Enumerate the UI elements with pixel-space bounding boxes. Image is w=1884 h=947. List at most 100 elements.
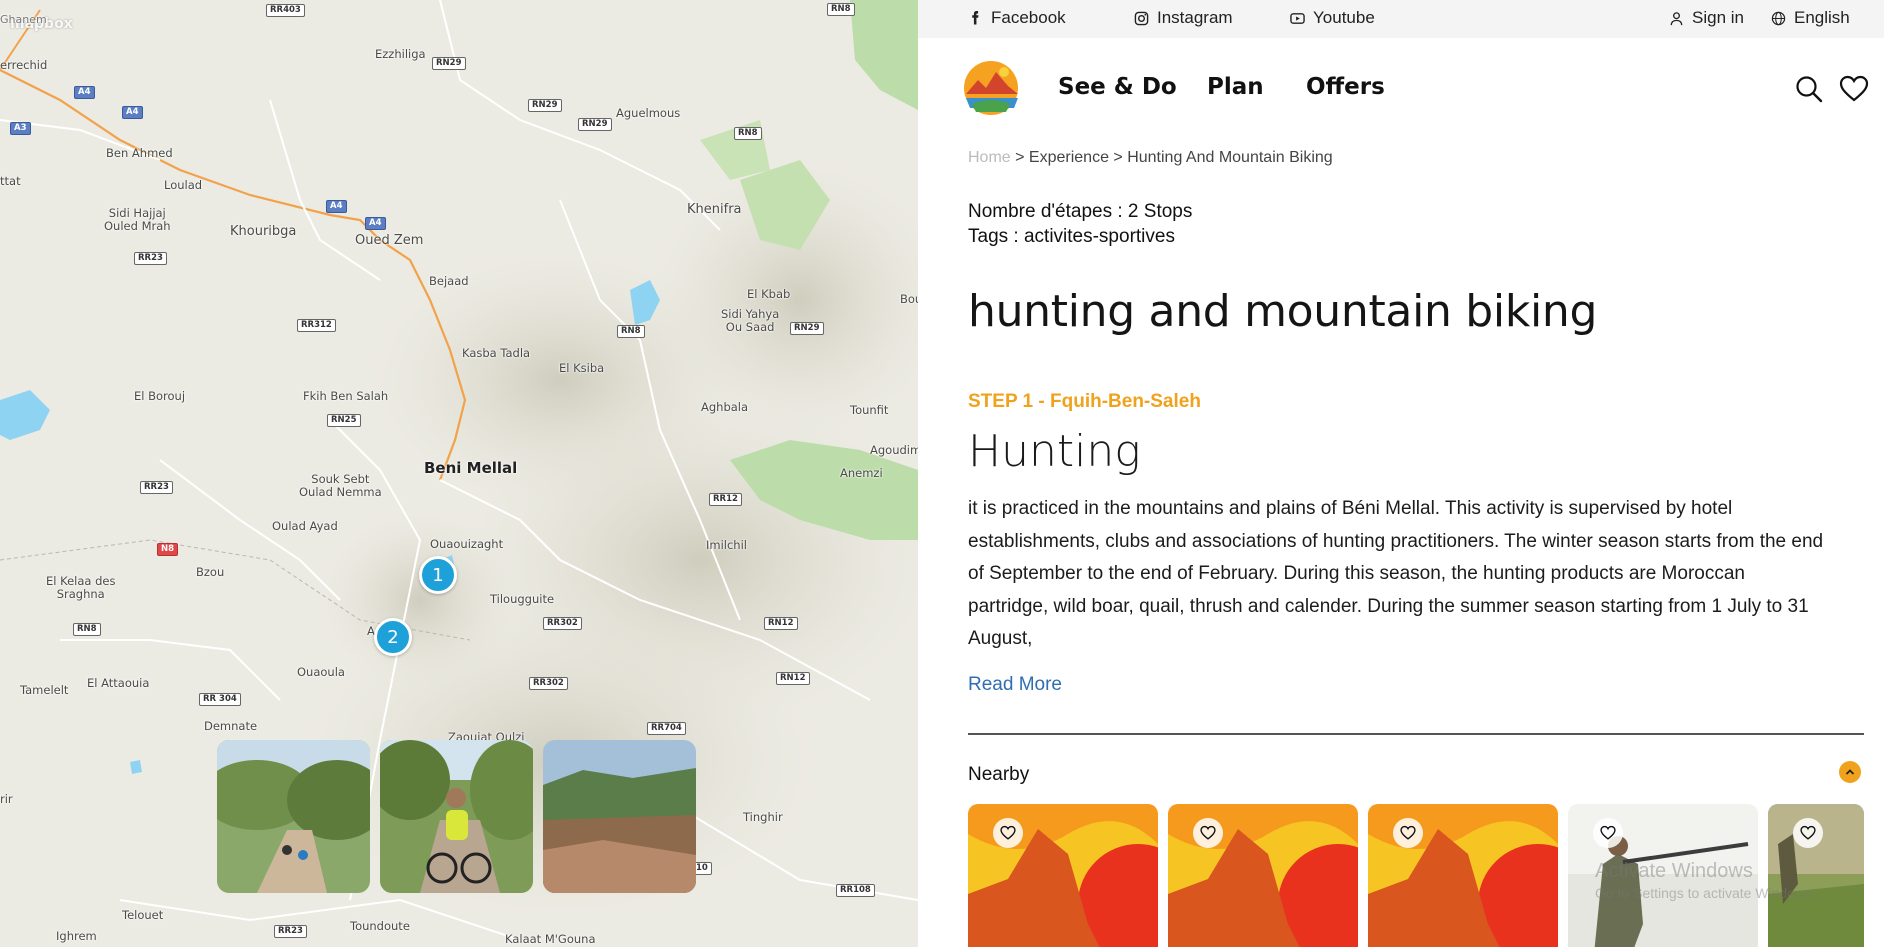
favorite-button[interactable] <box>1393 818 1423 848</box>
map-label: errechid <box>0 58 48 72</box>
step-heading: Hunting <box>968 426 1141 477</box>
map[interactable]: mapbox Ezzhiliga Aguelmous Ben Ahmed Lou… <box>0 0 918 947</box>
road-shield: RR23 <box>274 925 307 938</box>
breadcrumb-separator: > <box>1108 149 1128 166</box>
globe-icon <box>1771 11 1786 25</box>
photo-thumbnail[interactable] <box>543 740 696 893</box>
collapse-button[interactable] <box>1839 761 1861 783</box>
favorite-button[interactable] <box>1793 818 1823 848</box>
top-bar: Facebook Instagram Youtube Sign in Engli… <box>918 0 1884 38</box>
road-shield: RR302 <box>529 677 568 690</box>
map-label: Kasba Tadla <box>462 346 531 360</box>
road-shield: RN29 <box>432 57 466 70</box>
map-label: Aguelmous <box>616 106 681 120</box>
favorite-button[interactable] <box>1593 818 1623 848</box>
map-label: El Kbab <box>747 287 791 301</box>
nav-offers[interactable]: Offers <box>1306 74 1385 100</box>
breadcrumb-separator: > <box>1010 149 1029 166</box>
breadcrumb: Home > Experience > Hunting And Mountain… <box>968 149 1333 167</box>
nav-plan[interactable]: Plan <box>1207 74 1264 100</box>
page-title: hunting and mountain biking <box>968 286 1598 337</box>
map-label: Souk Sebt Oulad Nemma <box>299 472 382 500</box>
map-label: Sidi Yahya Ou Saad <box>721 307 780 335</box>
heart-icon[interactable] <box>1839 74 1869 104</box>
road-shield: RN8 <box>617 325 645 338</box>
breadcrumb-home[interactable]: Home <box>968 149 1011 166</box>
road-shield: RR23 <box>140 481 173 494</box>
instagram-link[interactable]: Instagram <box>1134 8 1233 28</box>
language-selector[interactable]: English <box>1771 8 1850 28</box>
nearby-card[interactable] <box>1768 804 1864 947</box>
map-label: El Kelaa des Sraghna <box>46 574 116 602</box>
map-label: Telouet <box>122 908 164 922</box>
road-shield: N8 <box>157 543 179 556</box>
map-label: Toundoute <box>350 919 410 933</box>
road-shield: RN8 <box>734 127 762 140</box>
map-label: rir <box>0 792 13 806</box>
step-description: it is practiced in the mountains and pla… <box>968 498 1824 649</box>
map-label: Oulad Ayad <box>272 519 338 533</box>
divider <box>968 733 1864 735</box>
map-label: Kalaat M'Gouna <box>505 932 596 946</box>
facebook-icon <box>972 10 979 24</box>
map-label: Aghbala <box>701 400 749 414</box>
nearby-card[interactable] <box>968 804 1158 947</box>
road-shield: A4 <box>326 200 347 213</box>
heart-icon <box>1000 825 1016 840</box>
map-label-city: Beni Mellal <box>424 459 518 477</box>
road-shield: RR23 <box>134 252 167 265</box>
map-label: Demnate <box>204 719 258 733</box>
map-label: Imilchil <box>706 538 747 552</box>
photo-thumbnail[interactable] <box>380 740 533 893</box>
search-icon[interactable] <box>1794 74 1824 104</box>
read-more-link[interactable]: Read More <box>968 674 1062 696</box>
map-marker-1[interactable]: 1 <box>419 556 457 594</box>
tags: Tags : activites-sportives <box>968 226 1175 247</box>
map-label: El Borouj <box>134 389 186 403</box>
road-shield: RR403 <box>266 4 305 17</box>
signin-link[interactable]: Sign in <box>1669 8 1744 28</box>
windows-watermark-title: Activate Windows <box>1595 860 1753 882</box>
youtube-link[interactable]: Youtube <box>1290 8 1375 28</box>
heart-icon <box>1200 825 1216 840</box>
map-label: Khouribga <box>230 224 297 239</box>
map-label: Tamelelt <box>20 683 69 697</box>
road-shield: RN12 <box>776 672 810 685</box>
road-shield: A4 <box>365 217 386 230</box>
road-shield: A4 <box>122 106 143 119</box>
map-marker-2[interactable]: 2 <box>374 618 412 656</box>
instagram-label: Instagram <box>1157 8 1233 27</box>
nearby-title: Nearby <box>968 764 1030 785</box>
road-shield: RN29 <box>528 99 562 112</box>
nav-see-and-do[interactable]: See & Do <box>1058 74 1177 100</box>
road-shield: RR 304 <box>199 693 241 706</box>
youtube-icon <box>1290 12 1305 24</box>
map-label: Tilougguite <box>490 592 555 606</box>
map-label: ttat <box>0 174 21 188</box>
facebook-link[interactable]: Facebook <box>968 8 1066 28</box>
favorite-button[interactable] <box>1193 818 1223 848</box>
map-label: Bejaad <box>429 274 469 288</box>
map-label: Bzou <box>196 565 225 579</box>
breadcrumb-experience[interactable]: Experience <box>1029 149 1109 166</box>
road-shield: RN29 <box>578 118 612 131</box>
heart-icon <box>1800 825 1816 840</box>
map-label: Tounfit <box>850 403 889 417</box>
heart-icon <box>1600 825 1616 840</box>
brand-logo[interactable] <box>958 48 1024 126</box>
map-label: Ouaoula <box>297 665 345 679</box>
road-shield: A3 <box>10 122 31 135</box>
map-label: Ouaouizaght <box>430 537 504 551</box>
map-label: Ezzhiliga <box>375 47 426 61</box>
signin-label: Sign in <box>1692 8 1744 27</box>
road-shield: RR12 <box>709 493 742 506</box>
favorite-button[interactable] <box>993 818 1023 848</box>
chevron-up-icon <box>1845 769 1855 775</box>
map-label: Oued Zem <box>355 233 424 248</box>
nearby-card[interactable] <box>1368 804 1558 947</box>
breadcrumb-current: Hunting And Mountain Biking <box>1127 149 1333 166</box>
nearby-card[interactable] <box>1168 804 1358 947</box>
map-label: Agoudim <box>870 443 918 457</box>
photo-thumbnail[interactable] <box>217 740 370 893</box>
road-shield: RR704 <box>647 722 686 735</box>
